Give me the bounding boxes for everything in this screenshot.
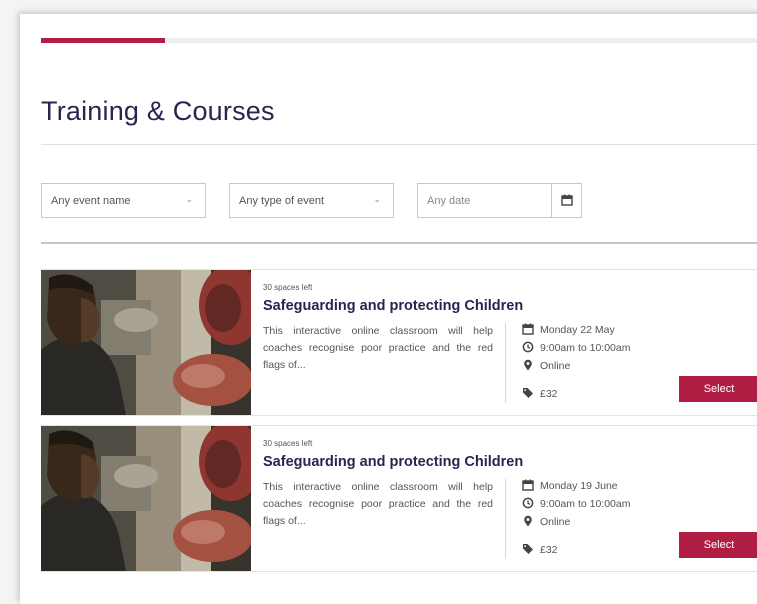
map-pin-icon: [522, 359, 534, 371]
course-date: Monday 19 June: [522, 479, 618, 492]
course-time: 9:00am to 10:00am: [522, 341, 630, 354]
course-location: Online: [522, 515, 570, 528]
progress-bar: [41, 38, 757, 43]
spaces-left: 30 spaces left: [263, 439, 313, 448]
course-image: [41, 426, 251, 571]
page-container: Training & Courses Any event name ⌄ Any …: [20, 14, 757, 604]
event-type-select[interactable]: Any type of event ⌄: [229, 183, 394, 218]
course-description: This interactive online classroom will h…: [263, 481, 493, 527]
tag-icon: [522, 387, 534, 399]
course-location: Online: [522, 359, 570, 372]
chevron-down-icon: ⌄: [185, 194, 193, 204]
title-divider: [41, 144, 757, 145]
tag-icon: [522, 543, 534, 555]
page-title: Training & Courses: [41, 96, 275, 126]
course-image: [41, 270, 251, 415]
card-divider: [505, 323, 506, 403]
course-description: This interactive online classroom will h…: [263, 325, 493, 371]
card-divider: [505, 479, 506, 559]
map-pin-icon: [522, 515, 534, 527]
course-card: 30 spaces left Safeguarding and protecti…: [41, 269, 757, 416]
course-time-text: 9:00am to 10:00am: [540, 498, 631, 510]
calendar-icon: [522, 479, 534, 491]
filter-divider: [41, 242, 757, 244]
spaces-left: 30 spaces left: [263, 283, 313, 292]
course-price-text: £32: [540, 544, 558, 556]
course-price: £32: [522, 387, 558, 400]
course-location-text: Online: [540, 360, 571, 372]
progress-fill: [41, 38, 165, 43]
select-button[interactable]: Select: [679, 376, 757, 402]
event-type-select-value: Any type of event: [239, 195, 324, 207]
event-name-select[interactable]: Any event name ⌄: [41, 183, 206, 218]
clock-icon: [522, 497, 534, 509]
calendar-icon: [522, 323, 534, 335]
course-date-text: Monday 19 June: [540, 480, 618, 492]
select-button[interactable]: Select: [679, 532, 757, 558]
course-location-text: Online: [540, 516, 571, 528]
course-date-text: Monday 22 May: [540, 324, 615, 336]
course-time: 9:00am to 10:00am: [522, 497, 630, 510]
course-date: Monday 22 May: [522, 323, 615, 336]
course-title[interactable]: Safeguarding and protecting Children: [263, 298, 523, 314]
event-name-select-value: Any event name: [51, 195, 131, 207]
course-price: £32: [522, 543, 558, 556]
clock-icon: [522, 341, 534, 353]
date-picker-button[interactable]: [551, 183, 582, 218]
date-input[interactable]: [417, 183, 552, 218]
course-time-text: 9:00am to 10:00am: [540, 342, 631, 354]
calendar-icon: [561, 194, 573, 206]
course-card: 30 spaces left Safeguarding and protecti…: [41, 425, 757, 572]
course-title[interactable]: Safeguarding and protecting Children: [263, 454, 523, 470]
course-price-text: £32: [540, 388, 558, 400]
chevron-down-icon: ⌄: [373, 194, 381, 204]
